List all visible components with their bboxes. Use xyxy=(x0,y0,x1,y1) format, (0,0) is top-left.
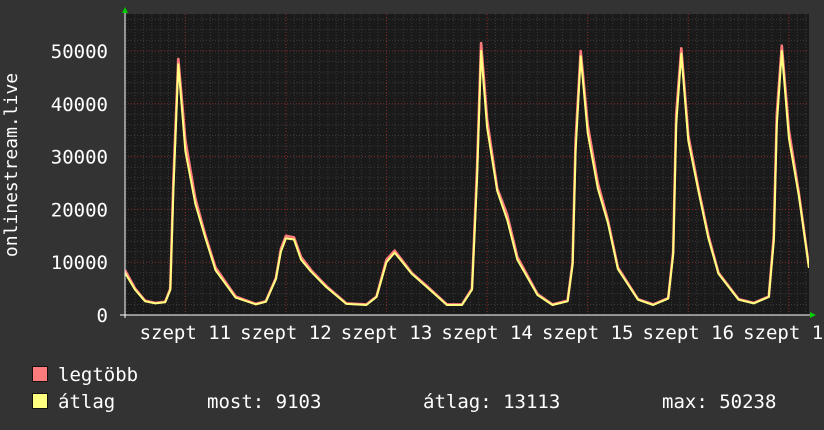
stat-average-value: 13113 xyxy=(503,391,561,413)
y-tick-label: 50000 xyxy=(51,41,108,63)
legend-label-max: legtöbb xyxy=(58,364,139,386)
stat-current-label: most: xyxy=(207,391,265,413)
stat-average-label: átlag: xyxy=(423,391,492,413)
y-tick-label: 40000 xyxy=(51,94,108,116)
legend-item-avg: átlag xyxy=(32,391,115,413)
x-axis-arrow xyxy=(810,312,816,318)
x-tick-label: szept 16 xyxy=(643,322,735,344)
y-tick-label: 0 xyxy=(97,305,108,327)
x-tick-label: szept 17 xyxy=(743,322,824,344)
y-axis-arrow xyxy=(122,7,128,13)
legend-swatch-avg xyxy=(32,393,48,409)
stat-max-label: max: xyxy=(662,391,708,413)
stat-max: max: 50238 xyxy=(662,391,776,413)
y-tick-label: 20000 xyxy=(51,199,108,221)
stat-current-value: 9103 xyxy=(275,391,322,413)
x-tick-label: szept 11 xyxy=(140,322,232,344)
stat-current: most: 9103 xyxy=(207,391,321,413)
stat-average: átlag: 13113 xyxy=(423,391,560,413)
x-tick-label: szept 12 xyxy=(240,322,332,344)
y-tick-label: 10000 xyxy=(51,252,108,274)
legend-item-max: legtöbb xyxy=(32,364,138,386)
x-tick-label: szept 14 xyxy=(441,322,533,344)
x-tick-label: szept 13 xyxy=(341,322,433,344)
y-axis-label: onlinestream.live xyxy=(1,73,22,257)
x-tick-label: szept 15 xyxy=(542,322,634,344)
legend-label-avg: átlag xyxy=(58,391,116,413)
stat-max-value: 50238 xyxy=(719,391,777,413)
y-tick-label: 30000 xyxy=(51,147,108,169)
legend-swatch-max xyxy=(32,366,48,382)
